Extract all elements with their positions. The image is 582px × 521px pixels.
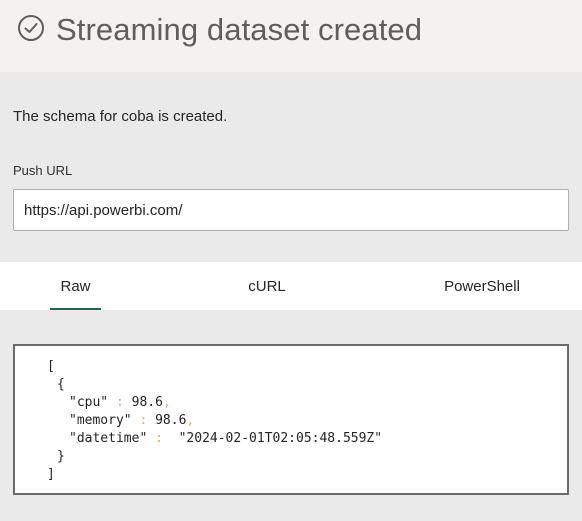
code-open-bracket: [ [47, 359, 55, 374]
code-colon: : [139, 413, 148, 428]
schema-description: The schema for coba is created. [13, 108, 228, 125]
format-tabs: Raw cURL PowerShell [0, 262, 582, 310]
code-open-brace: { [57, 377, 65, 392]
code-field-line: "cpu" : 98.6, [69, 394, 171, 412]
code-comma: , [186, 413, 195, 428]
code-close-brace: } [57, 449, 65, 464]
code-field-line: "datetime" : "2024-02-01T02:05:48.559Z" [69, 430, 382, 448]
tab-powershell[interactable]: PowerShell [432, 262, 532, 310]
code-colon: : [155, 431, 163, 446]
code-value: "2024-02-01T02:05:48.559Z" [178, 431, 383, 446]
code-key: "datetime" [69, 431, 148, 446]
code-value: 98.6 [155, 413, 187, 428]
code-value: 98.6 [131, 395, 163, 410]
sample-payload-code[interactable]: [ { "cpu" : 98.6, "memory" : 98.6, "date… [13, 344, 569, 495]
code-field-line: "memory" : 98.6, [69, 412, 194, 430]
page-title: Streaming dataset created [56, 12, 423, 47]
push-url-label: Push URL [13, 163, 73, 178]
dialog-header: Streaming dataset created [0, 0, 582, 72]
code-comma: , [162, 395, 171, 410]
tab-curl[interactable]: cURL [237, 262, 297, 310]
code-key: "cpu" [69, 395, 109, 410]
push-url-field[interactable] [13, 189, 569, 231]
tab-raw[interactable]: Raw [50, 262, 101, 310]
code-close-bracket: ] [47, 467, 55, 482]
code-key: "memory" [69, 413, 132, 428]
code-colon: : [115, 395, 124, 410]
checkmark-circle-icon [18, 15, 44, 41]
